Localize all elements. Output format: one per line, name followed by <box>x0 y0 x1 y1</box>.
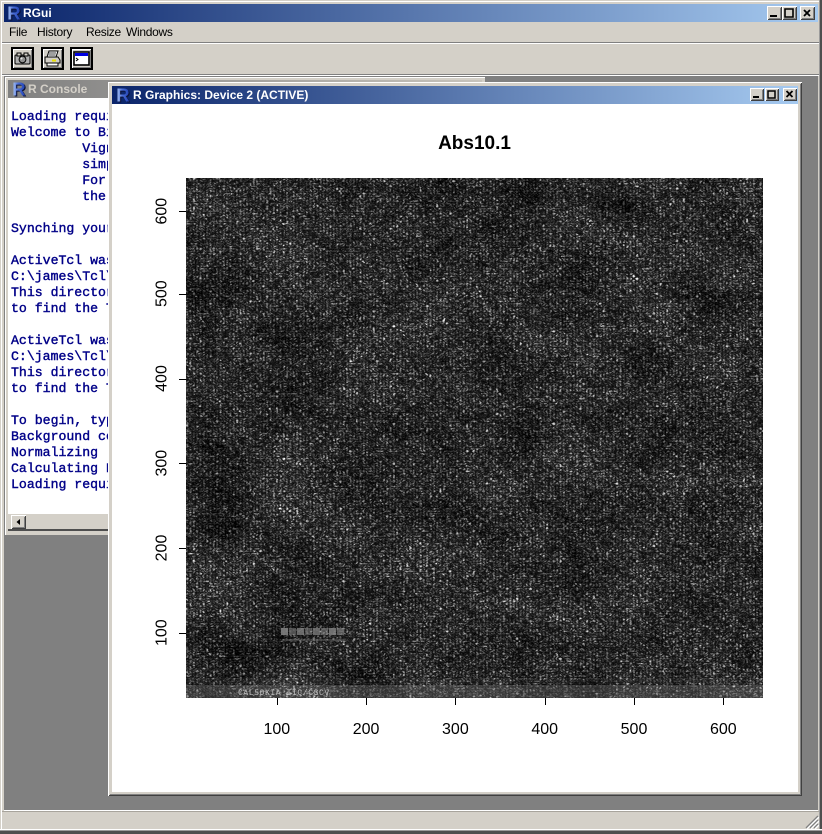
svg-text:100: 100 <box>154 619 171 646</box>
svg-text:200: 200 <box>154 535 171 562</box>
svg-text:500: 500 <box>154 280 171 307</box>
svg-text:400: 400 <box>154 365 171 392</box>
svg-text:R: R <box>7 5 20 21</box>
svg-text:600: 600 <box>154 198 171 225</box>
svg-text:300: 300 <box>154 450 171 477</box>
svg-text:CAL50KIA IIC/CSCV: CAL50KIA IIC/CSCV <box>238 689 330 698</box>
svg-text:R: R <box>116 87 129 103</box>
svg-text:R: R <box>12 81 25 97</box>
